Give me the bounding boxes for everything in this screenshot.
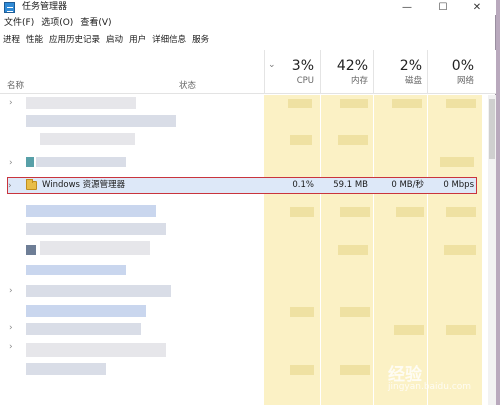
tab-details[interactable]: 详细信息 xyxy=(149,33,190,47)
cpu-percent: 3% xyxy=(291,58,314,74)
pixelated-value xyxy=(290,307,314,317)
pixelated-value xyxy=(396,207,424,217)
column-cpu[interactable]: 3% CPU xyxy=(280,58,314,88)
pixelated-value xyxy=(340,99,368,108)
process-network: 0 Mbps xyxy=(443,180,474,190)
column-header: 名称 状态 ⌄ 3% CPU 42% 内存 2% 磁盘 0% 网络 xyxy=(0,50,496,94)
close-button[interactable]: ✕ xyxy=(458,0,496,15)
pixelated-row xyxy=(26,157,34,167)
column-divider xyxy=(373,50,374,94)
pixelated-value xyxy=(338,245,368,255)
task-manager-window: 任务管理器 — ☐ ✕ 文件(F) 选项(O) 查看(V) 进程 性能 应用历史… xyxy=(0,0,496,405)
pixelated-value xyxy=(392,99,422,108)
network-percent: 0% xyxy=(451,58,474,74)
pixelated-value xyxy=(446,99,476,108)
column-network[interactable]: 0% 网络 xyxy=(440,58,474,88)
tab-users[interactable]: 用户 xyxy=(126,33,150,47)
menu-view[interactable]: 查看(V) xyxy=(76,16,114,30)
pixelated-value xyxy=(446,325,476,335)
tab-services[interactable]: 服务 xyxy=(189,33,213,47)
title-bar: 任务管理器 — ☐ ✕ xyxy=(0,0,496,15)
pixelated-row xyxy=(26,285,171,297)
pixelated-row xyxy=(26,205,156,217)
pixelated-value xyxy=(290,365,314,375)
pixelated-row xyxy=(26,305,146,317)
column-divider xyxy=(427,50,428,94)
process-disk: 0 MB/秒 xyxy=(391,180,424,190)
watermark-url: jingyan.baidu.com xyxy=(388,382,472,392)
pixelated-value xyxy=(338,135,368,145)
column-disk[interactable]: 2% 磁盘 xyxy=(388,58,422,88)
window-title: 任务管理器 xyxy=(22,2,68,12)
pixelated-row xyxy=(26,245,36,255)
menu-bar: 文件(F) 选项(O) 查看(V) xyxy=(0,16,115,30)
tab-app-history[interactable]: 应用历史记录 xyxy=(46,33,104,47)
pixelated-value xyxy=(290,135,312,145)
pixelated-row xyxy=(40,133,135,145)
process-cpu: 0.1% xyxy=(292,180,314,190)
maximize-button[interactable]: ☐ xyxy=(424,0,462,15)
network-label: 网络 xyxy=(456,76,474,86)
column-divider xyxy=(320,50,321,94)
pixelated-value xyxy=(394,325,424,335)
menu-options[interactable]: 选项(O) xyxy=(37,16,76,30)
column-status[interactable]: 状态 xyxy=(179,79,196,91)
column-name[interactable]: 名称 xyxy=(7,79,24,91)
memory-percent: 42% xyxy=(336,58,368,74)
tab-processes[interactable]: 进程 xyxy=(0,33,24,47)
pixelated-row xyxy=(26,223,166,235)
pixelated-value xyxy=(340,207,370,217)
pixelated-value xyxy=(340,307,370,317)
process-name: Windows 资源管理器 xyxy=(42,180,126,190)
expand-chevron-icon[interactable]: › xyxy=(9,286,13,296)
process-memory: 59.1 MB xyxy=(333,180,368,190)
tab-startup[interactable]: 启动 xyxy=(103,33,127,47)
pixelated-row xyxy=(26,265,126,275)
task-manager-icon xyxy=(4,2,15,13)
sort-chevron-icon[interactable]: ⌄ xyxy=(268,60,276,70)
disk-label: 磁盘 xyxy=(404,76,422,86)
memory-label: 内存 xyxy=(350,76,368,86)
pixelated-value xyxy=(340,365,370,375)
cpu-label: CPU xyxy=(296,76,314,86)
pixelated-value xyxy=(290,207,314,217)
column-divider xyxy=(264,50,265,94)
pixelated-row xyxy=(40,241,150,255)
expand-chevron-icon[interactable]: › xyxy=(9,158,13,168)
menu-file[interactable]: 文件(F) xyxy=(0,16,37,30)
expand-chevron-icon[interactable]: › xyxy=(8,181,12,191)
pixelated-row xyxy=(26,115,176,127)
pixelated-row xyxy=(36,157,126,167)
tab-performance[interactable]: 性能 xyxy=(23,33,47,47)
expand-chevron-icon[interactable]: › xyxy=(9,98,13,108)
pixelated-value xyxy=(440,157,474,167)
pixelated-row xyxy=(26,97,136,109)
pixelated-value xyxy=(288,99,312,108)
scrollbar-thumb[interactable] xyxy=(489,99,495,159)
pixelated-value xyxy=(446,207,476,217)
folder-icon xyxy=(26,179,37,190)
expand-chevron-icon[interactable]: › xyxy=(9,342,13,352)
watermark: 经验 jingyan.baidu.com xyxy=(378,358,496,402)
column-memory[interactable]: 42% 内存 xyxy=(330,58,368,88)
disk-percent: 2% xyxy=(399,58,422,74)
expand-chevron-icon[interactable]: › xyxy=(9,323,13,333)
pixelated-row xyxy=(26,323,141,335)
tab-bar: 进程 性能 应用历史记录 启动 用户 详细信息 服务 xyxy=(0,33,213,47)
pixelated-value xyxy=(444,245,476,255)
minimize-button[interactable]: — xyxy=(388,0,426,15)
pixelated-row xyxy=(26,343,166,357)
pixelated-row xyxy=(26,363,106,375)
